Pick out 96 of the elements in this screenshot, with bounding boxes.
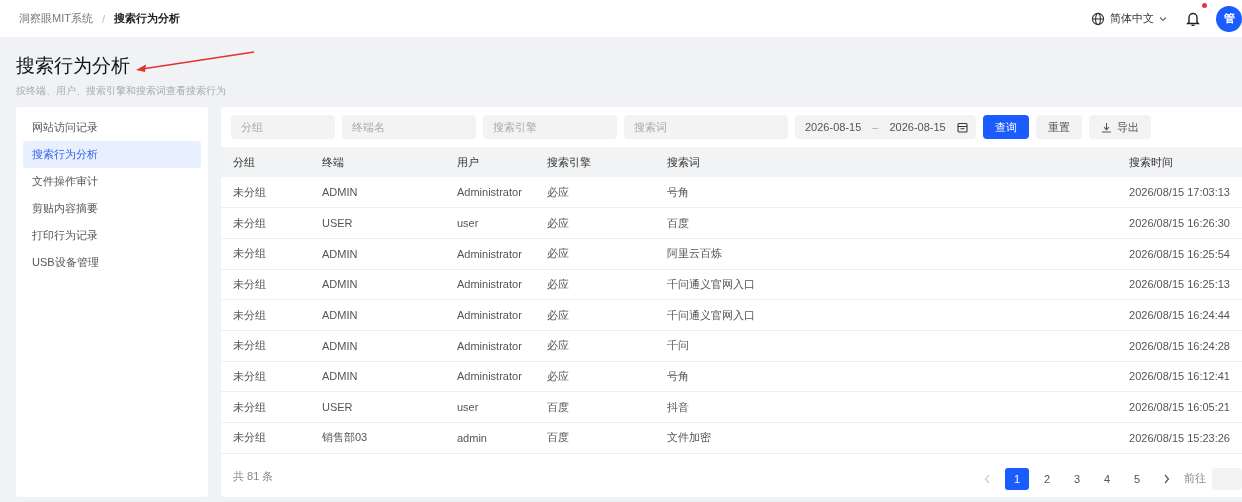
table-cell: 千问通义官网入口 [667, 308, 755, 321]
table-cell: 必应 [547, 369, 569, 382]
table-cell: 未分组 [233, 339, 266, 352]
export-button[interactable]: 导出 [1088, 115, 1151, 139]
page-button[interactable]: 5 [1125, 467, 1149, 490]
table-cell: 未分组 [233, 400, 266, 413]
column-header: 用户 [445, 147, 535, 177]
page-button[interactable]: 3 [1065, 467, 1089, 490]
table-cell: 必应 [547, 185, 569, 198]
table-cell: 必应 [547, 247, 569, 260]
total-count: 共 81 条 [233, 469, 274, 485]
table-cell: Administrator [457, 186, 522, 199]
table-cell: 2026/08/15 17:03:13 [1129, 186, 1230, 199]
sidebar-item[interactable]: 文件操作审计 [23, 168, 201, 195]
table-cell: USER [322, 401, 353, 414]
table-cell: USER [322, 217, 353, 230]
table-cell: Administrator [457, 339, 522, 352]
page-button[interactable]: 4 [1095, 467, 1119, 490]
table-cell: 号角 [667, 185, 689, 198]
table-cell: 2026/08/15 16:12:41 [1129, 370, 1230, 383]
page-subtitle: 按终端、用户、搜索引擎和搜索词查看搜索行为 [16, 84, 227, 98]
calendar-icon [956, 121, 968, 133]
breadcrumb-item[interactable]: 洞察眼MIT系统 [19, 11, 93, 26]
sidebar-item[interactable]: 网站访问记录 [23, 114, 201, 141]
table-cell: Administrator [457, 370, 522, 383]
column-header: 搜索词 [655, 147, 1118, 177]
table-cell: 销售部03 [322, 431, 368, 444]
table-cell: admin [457, 431, 487, 444]
table-cell: 未分组 [233, 277, 266, 290]
column-header: 搜索引擎 [535, 147, 655, 177]
table-cell: 抖音 [667, 400, 689, 413]
table-cell: 千问通义官网入口 [667, 277, 755, 290]
table-cell: 未分组 [233, 247, 266, 260]
table-cell: 未分组 [233, 431, 266, 444]
table-cell: 未分组 [233, 185, 266, 198]
table-cell: ADMIN [322, 278, 358, 291]
goto-label: 前往 [1184, 471, 1206, 487]
chevron-down-icon [1159, 15, 1167, 22]
table-cell: 未分组 [233, 369, 266, 382]
sidebar-item[interactable]: 搜索行为分析 [23, 141, 201, 168]
table-cell: 2026/08/15 16:25:54 [1129, 247, 1230, 260]
chevron-right-icon [1164, 473, 1170, 484]
table-cell: 百度 [547, 400, 569, 413]
table-cell: 必应 [547, 277, 569, 290]
input-field[interactable]: 分组 [231, 115, 335, 139]
input-field[interactable]: 搜索引擎 [483, 115, 617, 139]
table-cell: 2026/08/15 16:24:28 [1129, 339, 1230, 352]
table-cell: 百度 [667, 216, 689, 229]
input-field[interactable]: 搜索词 [624, 115, 788, 139]
sidebar-item[interactable]: 剪贴内容摘要 [23, 195, 201, 222]
table-cell: 2026/08/15 16:26:30 [1129, 217, 1230, 230]
sidebar-item[interactable]: USB设备管理 [23, 249, 201, 276]
table-cell: 必应 [547, 308, 569, 321]
table-cell: Administrator [457, 278, 522, 291]
bell-icon [1185, 10, 1201, 27]
table-cell: 必应 [547, 216, 569, 229]
date-range-field[interactable]: 2026-08-15 – 2026-08-15 [795, 115, 976, 139]
column-header: 分组 [221, 147, 310, 177]
table-cell: 未分组 [233, 216, 266, 229]
chevron-left-icon [984, 473, 990, 484]
table-cell: 2026/08/15 15:23:26 [1129, 431, 1230, 444]
page-button[interactable]: 1 [1005, 467, 1029, 490]
table-cell: 必应 [547, 339, 569, 352]
user-avatar[interactable]: 管 [1216, 5, 1242, 32]
table-cell: Administrator [457, 309, 522, 322]
input-field[interactable]: 终端名 [342, 115, 476, 139]
page-button[interactable]: 2 [1035, 467, 1059, 490]
table-cell: ADMIN [322, 186, 358, 199]
page-title: 搜索行为分析 [16, 54, 130, 78]
table-cell: user [457, 217, 479, 230]
column-header: 搜索时间 [1117, 147, 1242, 177]
table-cell: 号角 [667, 369, 689, 382]
sidebar-item[interactable]: 打印行为记录 [23, 222, 201, 249]
search-button[interactable]: 查询 [982, 115, 1029, 139]
table-cell: user [457, 401, 479, 414]
table-cell: 阿里云百炼 [667, 247, 722, 260]
table-cell: 文件加密 [667, 431, 711, 444]
notification-button[interactable] [1185, 10, 1201, 27]
table-cell: ADMIN [322, 309, 358, 322]
table-cell: 未分组 [233, 308, 266, 321]
language-selector[interactable]: 简体中文 [1091, 11, 1167, 26]
column-header: 终端 [310, 147, 445, 177]
download-icon [1100, 121, 1112, 133]
table-cell: 百度 [547, 431, 569, 444]
breadcrumb-separator: / [101, 12, 105, 25]
table-cell: 2026/08/15 16:24:44 [1129, 309, 1230, 322]
table-cell: ADMIN [322, 247, 358, 260]
table-cell: ADMIN [322, 339, 358, 352]
reset-button[interactable]: 重置 [1035, 115, 1082, 139]
table-cell: 2026/08/15 16:05:21 [1129, 401, 1230, 414]
table-cell: 千问 [667, 339, 689, 352]
table-cell: ADMIN [322, 370, 358, 383]
table-cell: 2026/08/15 16:25:13 [1129, 278, 1230, 291]
table-cell: Administrator [457, 247, 522, 260]
breadcrumb-item: 搜索行为分析 [114, 11, 180, 26]
globe-icon [1091, 11, 1105, 26]
